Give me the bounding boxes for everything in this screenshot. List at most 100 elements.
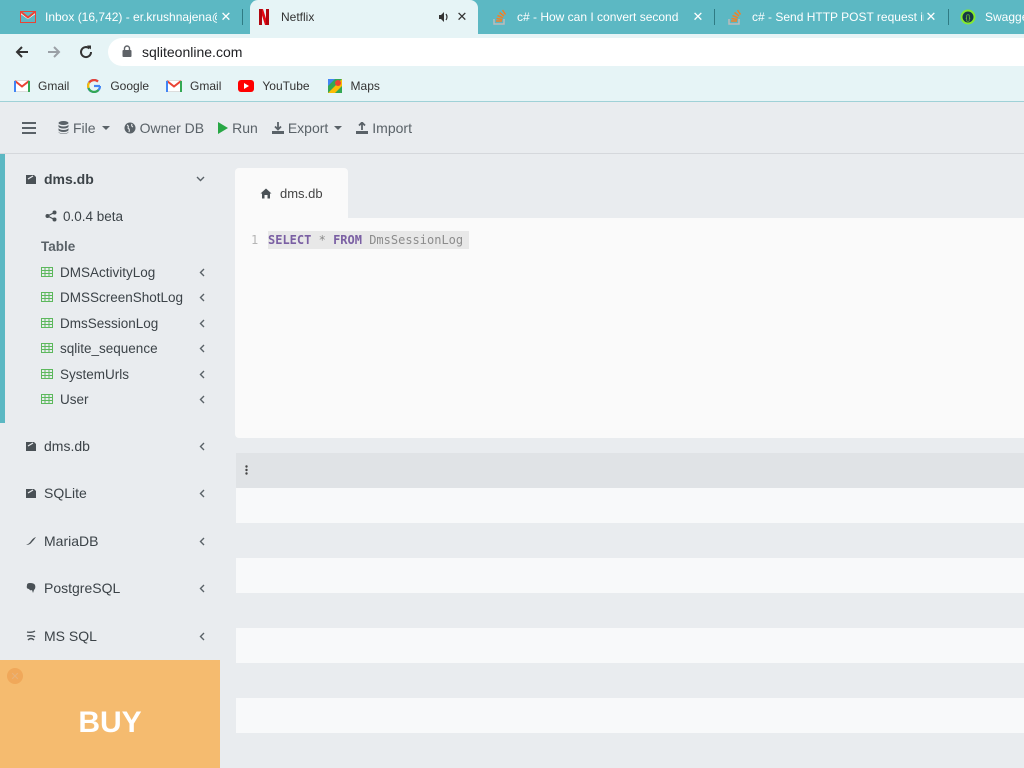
sidebar-table-item[interactable]: DMSScreenShotLog bbox=[0, 287, 220, 307]
close-icon[interactable]: ✕ bbox=[923, 9, 939, 25]
close-icon[interactable]: ✕ bbox=[690, 9, 706, 25]
forward-button[interactable] bbox=[42, 40, 66, 64]
import-label: Import bbox=[372, 119, 412, 136]
db-name: PostgreSQL bbox=[44, 580, 121, 596]
gmail-icon bbox=[20, 9, 36, 25]
export-menu-button[interactable]: Export bbox=[271, 119, 343, 136]
globe-icon bbox=[124, 122, 136, 134]
gmail-icon bbox=[14, 78, 30, 94]
browser-tab-stackoverflow-1[interactable]: c# - How can I convert seconds ✕ bbox=[492, 0, 706, 34]
tab-title: Swagge bbox=[985, 10, 1024, 24]
mssql-icon bbox=[25, 630, 37, 642]
bookmark-google[interactable]: Google bbox=[86, 78, 149, 94]
bookmark-label: Gmail bbox=[190, 78, 222, 93]
tab-title: c# - How can I convert seconds bbox=[517, 10, 679, 24]
import-button[interactable]: Import bbox=[356, 120, 412, 136]
google-icon bbox=[86, 78, 102, 94]
line-number: 1 bbox=[251, 233, 259, 247]
close-icon[interactable]: ✕ bbox=[7, 668, 23, 684]
chevron-down-icon bbox=[196, 176, 205, 182]
editor-tab-dms[interactable]: dms.db bbox=[235, 168, 348, 218]
sidebar-db-dms[interactable]: dms.db bbox=[0, 434, 220, 458]
database-icon bbox=[25, 173, 37, 185]
table-row bbox=[236, 523, 1024, 558]
table-icon bbox=[41, 292, 53, 302]
sidebar-db-dms-active[interactable]: dms.db bbox=[0, 167, 220, 191]
db-name: MariaDB bbox=[44, 533, 99, 549]
back-button[interactable] bbox=[10, 40, 34, 64]
vertical-dots-icon[interactable] bbox=[245, 463, 248, 478]
chevron-left-icon bbox=[199, 489, 205, 498]
chevron-left-icon bbox=[199, 584, 205, 593]
stackoverflow-icon bbox=[727, 9, 743, 25]
editor-tab-label: dms.db bbox=[280, 185, 323, 201]
close-icon[interactable]: ✕ bbox=[218, 9, 234, 25]
browser-tab-gmail[interactable]: Inbox (16,742) - er.krushnajena@ ✕ bbox=[20, 0, 234, 34]
version-text: 0.0.4 beta bbox=[63, 208, 124, 224]
bookmark-youtube[interactable]: YouTube bbox=[238, 78, 310, 94]
sidebar-db-mariadb[interactable]: MariaDB bbox=[0, 529, 220, 553]
table-icon bbox=[41, 318, 53, 328]
tab-title: Netflix bbox=[281, 10, 315, 24]
sidebar-table-item[interactable]: User bbox=[0, 389, 220, 409]
table-heading-label: Table bbox=[41, 238, 76, 254]
bookmark-label: YouTube bbox=[262, 78, 310, 93]
buy-banner[interactable]: ✕ BUY bbox=[0, 660, 220, 768]
home-icon bbox=[260, 188, 272, 199]
reload-button[interactable] bbox=[74, 40, 98, 64]
postgresql-icon bbox=[25, 582, 37, 594]
sidebar-version: 0.0.4 beta bbox=[0, 206, 220, 226]
bookmark-gmail[interactable]: Gmail bbox=[14, 78, 69, 94]
sidebar-table-item[interactable]: sqlite_sequence bbox=[0, 338, 220, 358]
chevron-left-icon bbox=[199, 268, 205, 277]
menu-toggle-button[interactable] bbox=[22, 121, 36, 134]
stackoverflow-icon bbox=[492, 9, 508, 25]
sidebar-db-sqlite[interactable]: SQLite bbox=[0, 481, 220, 505]
browser-tab-stackoverflow-2[interactable]: c# - Send HTTP POST request in ✕ bbox=[727, 0, 939, 34]
hamburger-icon bbox=[22, 121, 36, 134]
url-text: sqliteonline.com bbox=[142, 44, 243, 60]
browser-tab-netflix[interactable]: Netflix ✕ bbox=[250, 0, 478, 34]
svg-text:{}: {} bbox=[966, 15, 971, 22]
browser-tab-swagger[interactable]: {} Swagge bbox=[960, 0, 1024, 34]
gmail-icon bbox=[166, 78, 183, 94]
database-icon bbox=[58, 121, 69, 134]
sidebar-table-item[interactable]: SystemUrls bbox=[0, 364, 220, 384]
table-icon bbox=[41, 394, 53, 404]
address-bar[interactable]: sqliteonline.com bbox=[108, 38, 1024, 66]
maps-icon bbox=[327, 78, 343, 94]
owner-db-button[interactable]: Owner DB bbox=[124, 120, 204, 136]
table-name: DMSActivityLog bbox=[60, 264, 156, 280]
export-label: Export bbox=[287, 119, 329, 136]
sql-query[interactable]: SELECT * FROM DmsSessionLog bbox=[268, 231, 470, 249]
chevron-left-icon bbox=[199, 537, 205, 546]
sidebar-table-item[interactable]: DMSActivityLog bbox=[0, 262, 220, 282]
run-button[interactable]: Run bbox=[218, 120, 258, 136]
close-icon[interactable]: ✕ bbox=[454, 9, 470, 25]
table-name: User bbox=[60, 391, 89, 407]
audio-playing-icon[interactable] bbox=[438, 11, 450, 26]
chevron-left-icon bbox=[199, 319, 205, 328]
results-header bbox=[236, 453, 1024, 488]
reload-icon bbox=[80, 45, 93, 59]
sidebar-db-postgresql[interactable]: PostgreSQL bbox=[0, 576, 220, 600]
swagger-icon: {} bbox=[960, 9, 976, 25]
bookmark-maps[interactable]: Maps bbox=[327, 78, 380, 94]
file-menu-button[interactable]: File bbox=[58, 120, 110, 136]
bookmark-gmail-2[interactable]: Gmail bbox=[166, 78, 221, 94]
youtube-icon bbox=[238, 78, 255, 94]
table-icon bbox=[41, 267, 53, 277]
sidebar-db-mssql[interactable]: MS SQL bbox=[0, 624, 220, 648]
buy-label: BUY bbox=[78, 706, 142, 739]
results-grid bbox=[236, 453, 1024, 768]
code-line[interactable]: 1 SELECT * FROM DmsSessionLog bbox=[251, 230, 470, 250]
tab-divider bbox=[714, 9, 715, 25]
bookmark-label: Maps bbox=[350, 78, 380, 93]
db-name: MS SQL bbox=[44, 628, 97, 644]
table-row bbox=[236, 663, 1024, 698]
sidebar-table-item[interactable]: DmsSessionLog bbox=[0, 313, 220, 333]
bookmark-label: Google bbox=[110, 78, 150, 93]
app-header: File Owner DB Run Export Import bbox=[0, 102, 1024, 154]
database-icon bbox=[25, 440, 37, 452]
mariadb-icon bbox=[25, 535, 37, 547]
